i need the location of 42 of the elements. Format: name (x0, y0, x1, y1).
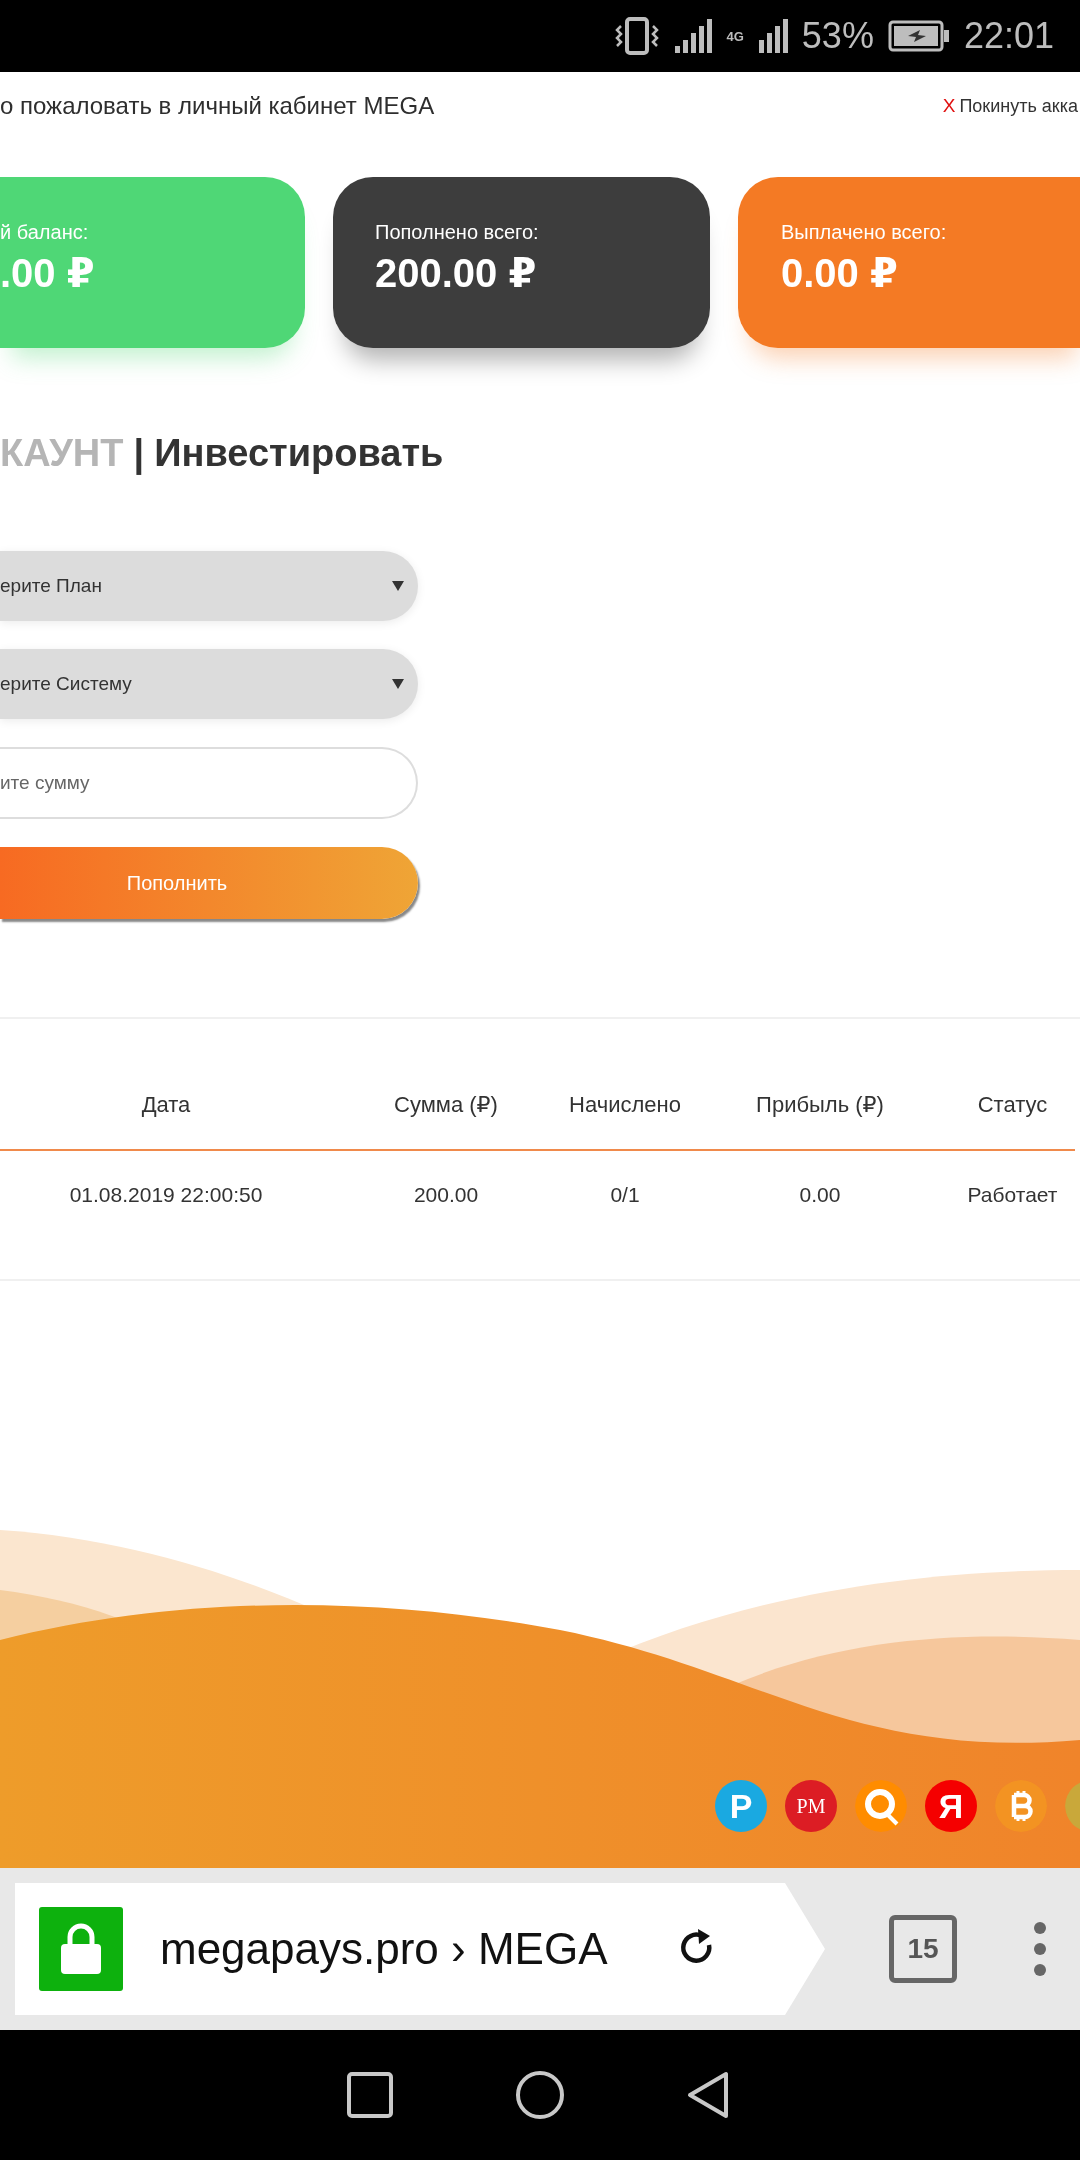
signal-icon (672, 18, 713, 54)
logout-text: Покинуть акка (959, 95, 1078, 117)
battery-percent: 53% (801, 15, 874, 57)
signal-icon (757, 18, 788, 54)
logout-link[interactable]: X Покинуть акка (942, 95, 1078, 117)
lock-icon (39, 1907, 123, 1991)
column-header: Дата (140, 1091, 192, 1119)
card-label: Выплачено всего: (781, 221, 948, 244)
clock: 22:01 (963, 15, 1054, 57)
dropdown[interactable]: ерите Систему (0, 649, 418, 719)
column-header: Прибыль (₽) (755, 1091, 885, 1119)
card-label: й баланс: (0, 221, 90, 244)
card-value: 200.00 ₽ (375, 250, 538, 296)
separator-text: | (133, 432, 145, 475)
caret-icon (392, 679, 404, 689)
table-cell-text: 0.00 (798, 1182, 842, 1208)
table-cell-text: Работает (966, 1182, 1059, 1208)
caret-icon (392, 581, 404, 591)
dropdown[interactable]: ерите План (0, 551, 418, 621)
amount-field[interactable]: ите сумму (0, 747, 418, 819)
card-value: .00 ₽ (0, 250, 96, 296)
recents-icon[interactable] (344, 2069, 396, 2121)
column-header: Начислено (568, 1091, 682, 1119)
close-icon: X (942, 95, 956, 117)
table-cell-text: 200.00 (412, 1182, 480, 1208)
page-title: Инвестировать (154, 432, 444, 475)
battery-charging-icon (887, 20, 950, 52)
home-icon[interactable] (514, 2069, 566, 2121)
card-label: Пополнено всего: (375, 221, 540, 244)
menu-icon[interactable] (1033, 1921, 1047, 1977)
network-type: 4G (726, 29, 744, 43)
column-header: Сумма (₽) (393, 1091, 499, 1119)
address-bar[interactable]: megapays.pro › MEGA (15, 1883, 825, 2015)
column-header: Статус (976, 1091, 1049, 1119)
url-text: megapays.pro › MEGA (160, 1924, 608, 1974)
vibrate-icon (614, 16, 659, 56)
card-value: 0.00 ₽ (781, 250, 899, 296)
tab-count-button[interactable]: 15 (889, 1915, 957, 1983)
table-cell-text: 01.08.2019 22:00:50 (68, 1182, 264, 1208)
breadcrumb-text: КАУНТ (0, 432, 124, 475)
welcome-text: о пожаловать в личный кабинет MEGA (0, 92, 435, 120)
table-cell-text: 0/1 (609, 1182, 641, 1208)
